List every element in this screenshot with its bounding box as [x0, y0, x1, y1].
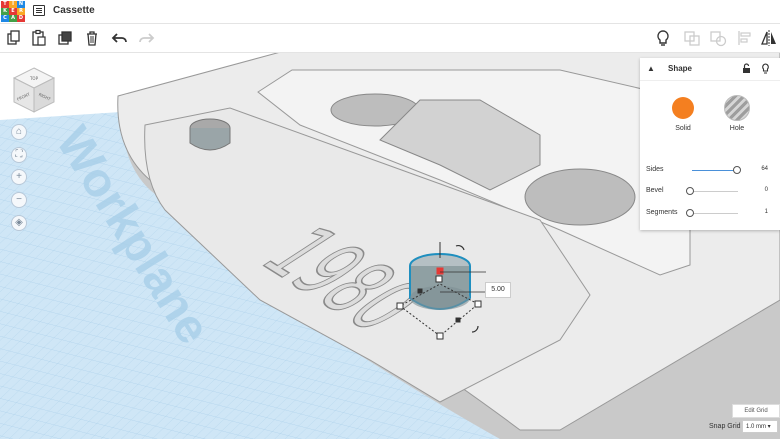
collapse-caret-icon[interactable]: ▲ [647, 64, 655, 73]
light-bulb-visibility-icon[interactable] [761, 63, 770, 74]
sides-label: Sides [646, 166, 664, 173]
bevel-slider-knob[interactable] [686, 187, 694, 195]
redo-icon[interactable] [137, 29, 155, 47]
solid-label: Solid [675, 125, 691, 132]
group-icon[interactable] [683, 29, 701, 47]
sides-value[interactable]: 64 [752, 166, 768, 172]
zoom-out-icon[interactable]: − [11, 192, 27, 208]
shape-panel-title: Shape [668, 64, 693, 73]
logo-letter: T [1, 1, 9, 8]
copy-icon[interactable] [5, 29, 23, 47]
logo-letter: K [1, 8, 9, 15]
logo-letter: N [17, 1, 25, 8]
logo-letter: C [1, 15, 9, 22]
undo-icon[interactable] [111, 29, 129, 47]
segments-value[interactable]: 1 [752, 209, 768, 215]
fit-view-icon[interactable]: ⛶ [11, 147, 27, 163]
reel-hole-right [524, 168, 636, 226]
sides-slider-knob[interactable] [733, 166, 741, 174]
logo-letter: I [9, 1, 17, 8]
perspective-icon[interactable]: ◈ [11, 215, 27, 231]
logo-letter: E [9, 8, 17, 15]
segments-slider-knob[interactable] [686, 209, 694, 217]
home-view-icon[interactable]: ⌂ [11, 124, 27, 140]
bevel-label: Bevel [646, 187, 664, 194]
design-menu-icon[interactable] [33, 5, 45, 16]
logo-letter: R [17, 8, 25, 15]
hole-label: Hole [729, 125, 745, 132]
ungroup-icon[interactable] [709, 29, 727, 47]
delete-icon[interactable] [83, 29, 101, 47]
bevel-slider[interactable] [692, 191, 738, 192]
title-bar: TIN KER CAD Cassette [0, 0, 780, 24]
snap-grid-select[interactable]: 1.0 mm ▾ [742, 420, 778, 433]
lock-icon[interactable] [742, 63, 751, 74]
logo-letter: A [9, 15, 17, 22]
segments-label: Segments [646, 209, 678, 216]
tinkercad-logo[interactable]: TIN KER CAD [1, 1, 25, 22]
segments-slider[interactable] [692, 213, 738, 214]
edit-grid-button[interactable]: Edit Grid [732, 404, 780, 418]
solid-swatch[interactable] [672, 97, 694, 119]
paste-icon[interactable] [30, 29, 48, 47]
align-icon[interactable] [736, 29, 754, 47]
shape-panel: ▲ Shape Solid Hole Sides 64 Bevel 0 Segm… [640, 58, 780, 230]
logo-letter: D [17, 15, 25, 22]
snap-grid-label: Snap Grid [709, 423, 741, 430]
zoom-in-icon[interactable]: + [11, 169, 27, 185]
toolbar [0, 24, 780, 53]
hole-swatch[interactable] [724, 95, 750, 121]
mirror-icon[interactable] [760, 29, 778, 47]
light-bulb-icon[interactable] [654, 29, 672, 47]
bevel-value[interactable]: 0 [752, 187, 768, 193]
duplicate-icon[interactable] [57, 29, 75, 47]
document-title[interactable]: Cassette [53, 5, 95, 16]
svg-text:TOP: TOP [29, 76, 39, 81]
view-cube[interactable]: TOP FRONT RIGHT [10, 66, 58, 116]
dimension-input[interactable]: 5.00 [485, 282, 511, 298]
small-hole-body [189, 128, 231, 151]
sides-slider[interactable] [692, 170, 738, 171]
